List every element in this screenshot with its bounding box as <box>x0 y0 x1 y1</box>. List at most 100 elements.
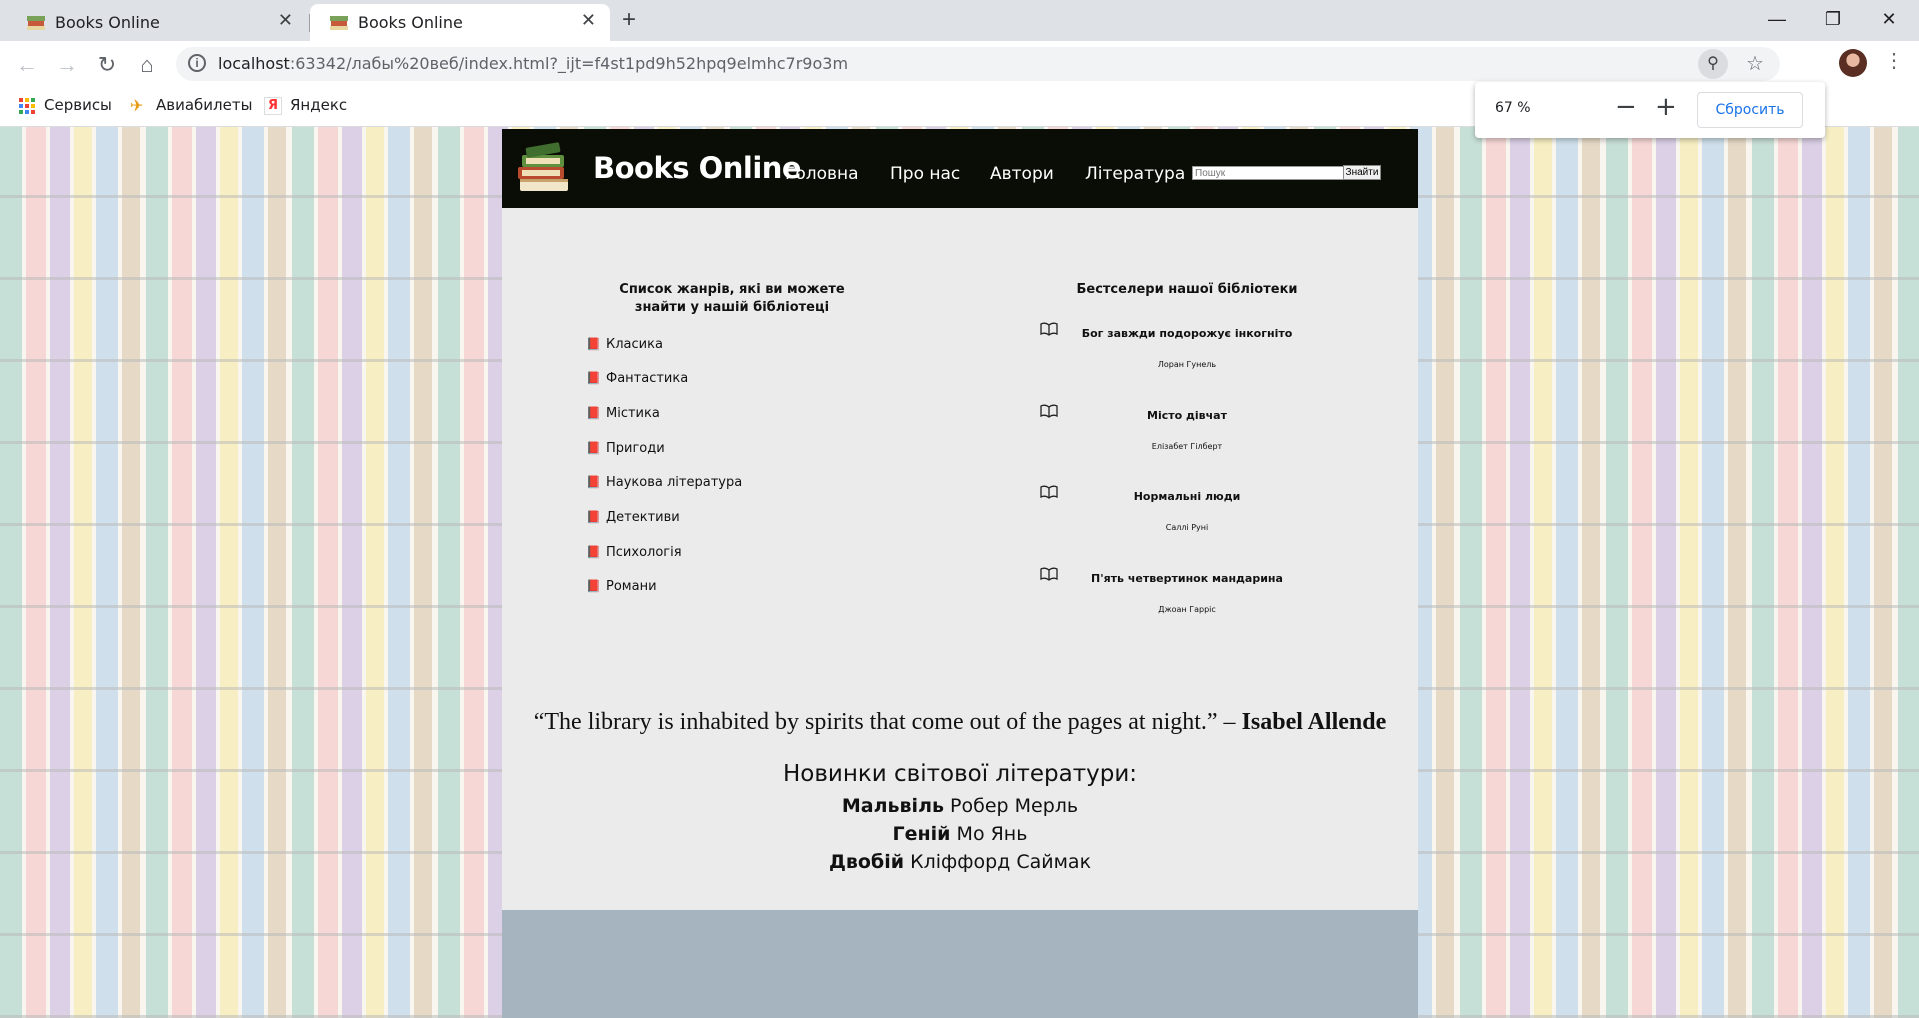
info-icon[interactable]: i <box>188 54 206 72</box>
browser-toolbar: ← → ↻ ⌂ i localhost:63342/лабы%20веб/ind… <box>0 41 1919 88</box>
genre-item[interactable]: 📕 Детективи <box>586 510 680 525</box>
new-release-item[interactable]: Геній Мо Янь <box>502 823 1418 845</box>
new-release-author: Мо Янь <box>956 823 1028 845</box>
books-favicon-icon <box>330 16 348 30</box>
library-quote: “The library is inhabited by spirits tha… <box>502 709 1418 736</box>
zoom-icon[interactable]: ⚲ <box>1698 49 1728 79</box>
new-release-author: Кліффорд Саймак <box>910 851 1092 873</box>
book-icon: 📕 <box>586 441 601 455</box>
new-release-title: Геній <box>892 823 951 845</box>
close-tab-icon[interactable]: ✕ <box>581 10 596 31</box>
nav-about[interactable]: Про нас <box>890 164 960 184</box>
genre-item[interactable]: 📕 Пригоди <box>586 441 665 456</box>
genre-label: Психологія <box>606 545 682 560</box>
bookmark-label: Авиабилеты <box>156 96 253 114</box>
restore-icon[interactable]: ❐ <box>1810 4 1856 34</box>
minimize-icon[interactable]: — <box>1754 4 1800 34</box>
books-logo-icon <box>518 142 568 191</box>
new-release-title: Мальвіль <box>841 795 944 817</box>
new-release-item[interactable]: Двобій Кліффорд Саймак <box>502 851 1418 873</box>
genre-label: Детективи <box>606 510 680 525</box>
browser-menu-icon[interactable]: ⋮ <box>1884 48 1904 73</box>
bookmark-label: Сервисы <box>44 96 112 114</box>
genre-label: Містика <box>606 406 660 421</box>
genre-label: Пригоди <box>606 441 665 456</box>
bestseller-title[interactable]: П'ять четвертинок мандарина <box>1062 572 1312 585</box>
search-button[interactable]: Знайти <box>1343 165 1381 180</box>
bestseller-title[interactable]: Місто дівчат <box>1062 409 1312 422</box>
profile-avatar[interactable] <box>1839 49 1867 77</box>
book-icon: 📕 <box>586 475 601 489</box>
site-footer <box>502 910 1418 1018</box>
books-favicon-icon <box>27 16 45 30</box>
bestseller-author: Лоран Гунель <box>1157 360 1217 369</box>
bestseller-title[interactable]: Бог завжди подорожує інкогніто <box>1062 327 1312 340</box>
genre-label: Наукова література <box>606 475 743 490</box>
book-icon: 📕 <box>586 337 601 351</box>
bestseller-title[interactable]: Нормальні люди <box>1062 490 1312 503</box>
book-icon: 📕 <box>586 371 601 385</box>
quote-author: Isabel Allende <box>1241 709 1387 735</box>
close-window-icon[interactable]: ✕ <box>1866 4 1912 34</box>
zoom-level: 67 % <box>1495 100 1531 116</box>
page-viewport: Books Online Головна Про нас Автори Літе… <box>0 127 1919 1018</box>
new-releases-heading: Новинки світової літератури: <box>782 761 1138 787</box>
genre-item[interactable]: 📕 Класика <box>586 337 663 352</box>
bookmark-star-icon[interactable]: ☆ <box>1740 49 1770 79</box>
zoom-out-button[interactable]: − <box>1615 92 1637 122</box>
url-text[interactable]: localhost:63342/лабы%20веб/index.html?_i… <box>218 54 848 73</box>
bestseller-author: Джоан Гарріс <box>1158 605 1216 614</box>
genre-label: Фантастика <box>606 371 689 386</box>
bookmark-flights[interactable]: ✈ Авиабилеты <box>130 96 252 115</box>
bookmark-services[interactable]: Сервисы <box>18 96 112 115</box>
nav-home[interactable]: Головна <box>785 164 859 184</box>
airplane-icon: ✈ <box>130 95 144 115</box>
apps-grid-icon <box>19 97 35 114</box>
book-icon: 📕 <box>586 406 601 420</box>
back-icon[interactable]: ← <box>11 49 43 81</box>
genre-item[interactable]: 📕 Фантастика <box>586 371 688 386</box>
new-release-item[interactable]: Мальвіль Робер Мерль <box>502 795 1418 817</box>
zoom-popup: 67 % − + Сбросить <box>1475 82 1825 138</box>
bestseller-author: Елізабет Гілберт <box>1151 442 1223 451</box>
zoom-reset-button[interactable]: Сбросить <box>1697 92 1803 128</box>
close-tab-icon[interactable]: ✕ <box>278 10 293 31</box>
new-tab-icon[interactable]: + <box>622 6 636 34</box>
new-release-title: Двобій <box>828 851 905 873</box>
genres-heading: Список жанрів, які ви можете знайти у на… <box>619 282 845 315</box>
yandex-icon: Я <box>264 96 282 115</box>
bestseller-author: Саллі Руні <box>1165 523 1209 532</box>
open-book-icon <box>1040 485 1058 499</box>
address-bar[interactable]: i localhost:63342/лабы%20веб/index.html?… <box>176 47 1780 81</box>
search-input[interactable] <box>1192 166 1344 180</box>
home-icon[interactable]: ⌂ <box>131 49 163 81</box>
forward-icon[interactable]: → <box>51 49 83 81</box>
book-icon: 📕 <box>586 579 601 593</box>
genre-item[interactable]: 📕 Психологія <box>586 545 682 560</box>
tab-title: Books Online <box>358 13 463 32</box>
quote-text: “The library is inhabited by spirits tha… <box>533 709 1236 735</box>
site-header: Books Online Головна Про нас Автори Літе… <box>502 129 1418 208</box>
tab-title: Books Online <box>55 13 160 32</box>
book-icon: 📕 <box>586 545 601 559</box>
tab-strip: Books Online ✕ Books Online ✕ + — ❐ ✕ <box>0 0 1919 41</box>
genre-item[interactable]: 📕 Містика <box>586 406 660 421</box>
genre-label: Класика <box>606 337 663 352</box>
open-book-icon <box>1040 322 1058 336</box>
site-container: Books Online Головна Про нас Автори Літе… <box>502 129 1418 1018</box>
book-icon: 📕 <box>586 510 601 524</box>
zoom-in-button[interactable]: + <box>1655 92 1677 122</box>
open-book-icon <box>1040 404 1058 418</box>
tab-books-online-2[interactable]: Books Online ✕ <box>310 4 610 41</box>
nav-literature[interactable]: Література <box>1085 164 1185 184</box>
genre-item[interactable]: 📕 Романи <box>586 579 657 594</box>
bestsellers-heading: Бестселери нашої бібліотеки <box>1076 282 1298 297</box>
open-book-icon <box>1040 567 1058 581</box>
site-title: Books Online <box>593 151 802 185</box>
bookmark-yandex[interactable]: Я Яндекс <box>264 96 347 115</box>
reload-icon[interactable]: ↻ <box>91 49 123 81</box>
tab-books-online-1[interactable]: Books Online ✕ <box>7 4 307 41</box>
genre-label: Романи <box>606 579 657 594</box>
genre-item[interactable]: 📕 Наукова література <box>586 475 742 490</box>
nav-authors[interactable]: Автори <box>990 164 1054 184</box>
